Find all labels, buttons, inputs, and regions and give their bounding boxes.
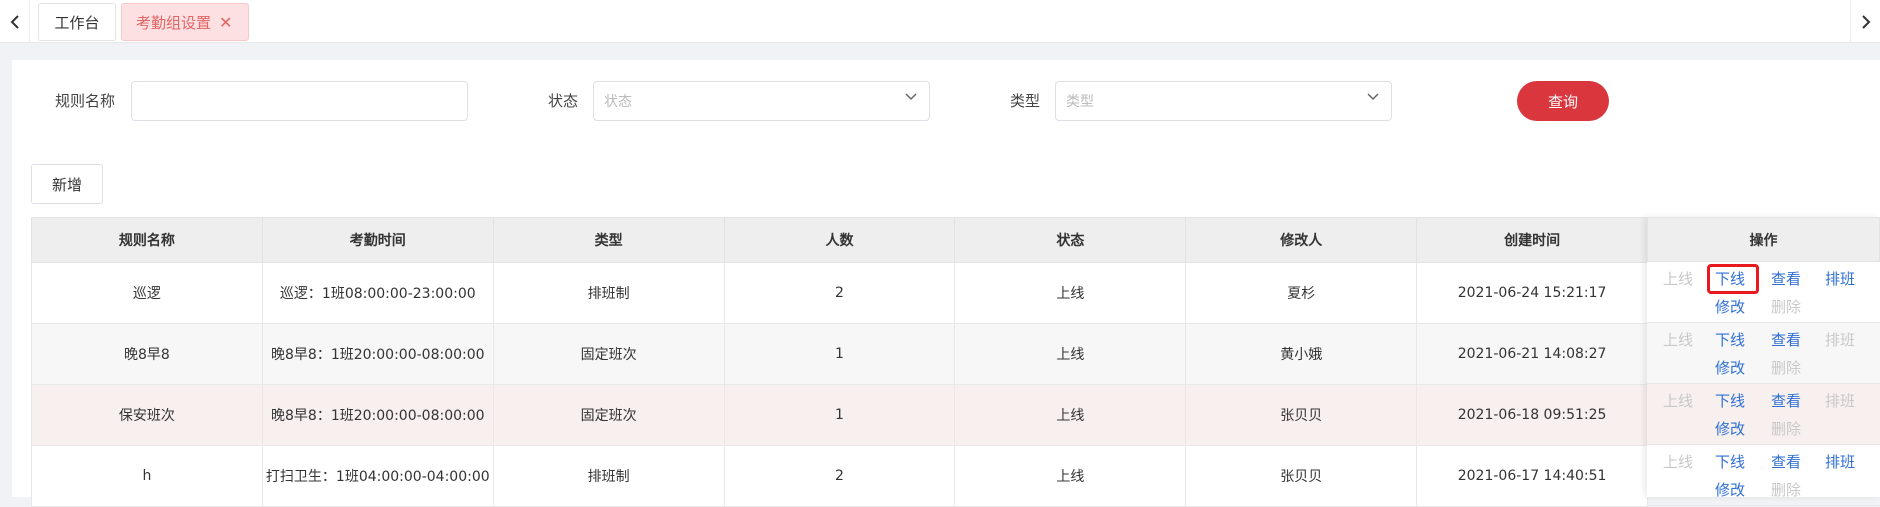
cell-rule-name: 保安班次 <box>31 384 263 446</box>
cell-modifier: 张贝贝 <box>1185 384 1418 446</box>
status-select[interactable]: 状态 <box>593 81 930 121</box>
schedule-button: 排班 <box>1825 392 1856 410</box>
status-label: 状态 <box>548 92 579 110</box>
cell-status: 上线 <box>954 445 1187 507</box>
schedule-button[interactable]: 排班 <box>1825 451 1855 472</box>
cell-modifier: 张贝贝 <box>1185 445 1418 507</box>
add-button[interactable]: 新增 <box>31 164 103 204</box>
operations-row: 上线 下线 查看 排班 修改 删除 <box>1647 323 1880 384</box>
schedule-button: 排班 <box>1825 331 1856 349</box>
offline-button[interactable]: 下线 <box>1715 451 1745 472</box>
query-button[interactable]: 查询 <box>1517 81 1609 121</box>
operations-row: 上线 下线 查看 排班 修改 删除 <box>1647 262 1880 323</box>
offline-button[interactable]: 下线 <box>1715 268 1745 289</box>
cell-type: 排班制 <box>492 445 725 507</box>
cell-headcount: 1 <box>723 323 956 385</box>
type-placeholder: 类型 <box>1066 94 1094 110</box>
column-header-modifier: 修改人 <box>1185 217 1418 263</box>
table-row: 巡逻 巡逻：1班08:00:00-23:00:00 排班制 2 上线 夏杉 20… <box>31 262 1649 324</box>
view-button[interactable]: 查看 <box>1771 451 1801 472</box>
edit-button[interactable]: 修改 <box>1715 418 1745 439</box>
tab-workbench-label: 工作台 <box>54 13 100 32</box>
cell-attendance-time: 晚8早8：1班20:00:00-08:00:00 <box>261 323 494 385</box>
tab-attendance-group-settings-label: 考勤组设置 <box>136 13 212 32</box>
cell-modifier: 夏杉 <box>1185 262 1418 324</box>
chevron-right-icon <box>1861 14 1870 29</box>
cell-created-time: 2021-06-21 14:08:27 <box>1416 323 1649 385</box>
schedule-button[interactable]: 排班 <box>1825 268 1855 289</box>
cell-created-time: 2021-06-17 14:40:51 <box>1416 445 1649 507</box>
delete-button: 删除 <box>1771 420 1802 438</box>
operations-row: 上线 下线 查看 排班 修改 删除 <box>1647 384 1880 445</box>
column-header-rule-name: 规则名称 <box>31 217 263 263</box>
column-header-status: 状态 <box>954 217 1187 263</box>
cell-rule-name: 巡逻 <box>31 262 263 324</box>
online-button: 上线 <box>1663 331 1694 349</box>
operations-column: 操作 上线 下线 查看 排班 修改 删除 上线 下线 查看 排班 修改 删除 上… <box>1647 217 1880 506</box>
cell-modifier: 黄小娥 <box>1185 323 1418 385</box>
close-icon[interactable]: ✕ <box>219 13 232 32</box>
chevron-down-icon <box>905 93 917 101</box>
rule-name-input[interactable] <box>131 81 468 121</box>
cell-created-time: 2021-06-18 09:51:25 <box>1416 384 1649 446</box>
edit-button[interactable]: 修改 <box>1715 357 1745 378</box>
type-select[interactable]: 类型 <box>1055 81 1392 121</box>
column-header-created-time: 创建时间 <box>1416 217 1649 263</box>
cell-attendance-time: 晚8早8：1班20:00:00-08:00:00 <box>261 384 494 446</box>
cell-type: 排班制 <box>492 262 725 324</box>
status-placeholder: 状态 <box>604 94 632 110</box>
tab-workbench[interactable]: 工作台 <box>38 3 116 41</box>
table-row: 晚8早8 晚8早8：1班20:00:00-08:00:00 固定班次 1 上线 … <box>31 323 1649 385</box>
cell-created-time: 2021-06-24 15:21:17 <box>1416 262 1649 324</box>
cell-headcount: 2 <box>723 445 956 507</box>
offline-button[interactable]: 下线 <box>1715 390 1745 411</box>
table-row: 保安班次 晚8早8：1班20:00:00-08:00:00 固定班次 1 上线 … <box>31 384 1649 446</box>
delete-button: 删除 <box>1771 298 1802 316</box>
table-header-row: 规则名称 考勤时间 类型 人数 状态 修改人 创建时间 <box>31 217 1649 263</box>
edit-button[interactable]: 修改 <box>1715 296 1745 317</box>
cell-status: 上线 <box>954 323 1187 385</box>
cell-headcount: 1 <box>723 384 956 446</box>
column-header-headcount: 人数 <box>723 217 956 263</box>
view-button[interactable]: 查看 <box>1771 329 1801 350</box>
rule-name-label: 规则名称 <box>55 92 116 110</box>
online-button: 上线 <box>1663 270 1694 288</box>
cell-attendance-time: 打扫卫生：1班04:00:00-04:00:00 <box>261 445 494 507</box>
column-header-attendance-time: 考勤时间 <box>261 217 494 263</box>
offline-button[interactable]: 下线 <box>1715 329 1745 350</box>
cell-attendance-time: 巡逻：1班08:00:00-23:00:00 <box>261 262 494 324</box>
type-label: 类型 <box>1010 92 1041 110</box>
tab-scroll-left-button[interactable] <box>0 0 30 43</box>
cell-type: 固定班次 <box>492 384 725 446</box>
rules-table: 规则名称 考勤时间 类型 人数 状态 修改人 创建时间 巡逻 巡逻：1班08:0… <box>31 217 1649 507</box>
view-button[interactable]: 查看 <box>1771 268 1801 289</box>
chevron-down-icon <box>1367 93 1379 101</box>
tab-attendance-group-settings[interactable]: 考勤组设置 ✕ <box>121 3 249 41</box>
online-button: 上线 <box>1663 392 1694 410</box>
cell-headcount: 2 <box>723 262 956 324</box>
cell-rule-name: h <box>31 445 263 507</box>
cell-status: 上线 <box>954 384 1187 446</box>
column-header-operations: 操作 <box>1647 217 1880 262</box>
chevron-left-icon <box>10 14 19 29</box>
cell-type: 固定班次 <box>492 323 725 385</box>
view-button[interactable]: 查看 <box>1771 390 1801 411</box>
cell-status: 上线 <box>954 262 1187 324</box>
column-header-type: 类型 <box>492 217 725 263</box>
cell-rule-name: 晚8早8 <box>31 323 263 385</box>
tab-scroll-right-button[interactable] <box>1850 0 1880 43</box>
tab-bar: 工作台 考勤组设置 ✕ <box>0 0 1880 43</box>
table-row: h 打扫卫生：1班04:00:00-04:00:00 排班制 2 上线 张贝贝 … <box>31 445 1649 507</box>
online-button: 上线 <box>1663 453 1694 471</box>
delete-button: 删除 <box>1771 359 1802 377</box>
